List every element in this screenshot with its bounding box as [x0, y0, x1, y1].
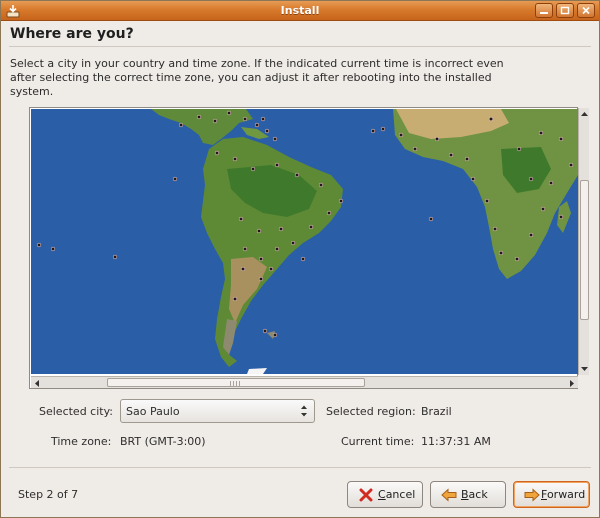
step-indicator: Step 2 of 7 — [18, 488, 79, 501]
selected-city-label: Selected city: — [39, 405, 114, 418]
back-label: Back — [461, 488, 488, 501]
vertical-scroll-thumb[interactable] — [580, 180, 589, 320]
title-bar[interactable]: Install — [1, 1, 599, 21]
selected-region-label: Selected region: — [326, 405, 416, 418]
time-zone-label: Time zone: — [51, 435, 112, 448]
divider — [9, 467, 591, 468]
minimize-icon — [540, 12, 548, 14]
forward-label: Forward — [541, 488, 586, 501]
divider — [9, 46, 591, 47]
current-time-value: 11:37:31 AM — [421, 435, 491, 448]
cancel-button[interactable]: Cancel — [347, 481, 423, 508]
close-window-button[interactable] — [577, 3, 595, 18]
window-title: Install — [280, 4, 320, 17]
installer-window: Install Where are you? Select a city in … — [0, 0, 600, 518]
map-vertical-scrollbar[interactable] — [578, 108, 589, 375]
selected-city-combobox[interactable]: Sao Paulo — [120, 399, 315, 423]
timezone-map-panel — [29, 107, 589, 389]
arrow-right-icon — [524, 488, 540, 502]
selected-region-value: Brazil — [421, 405, 452, 418]
current-time-label: Current time: — [341, 435, 415, 448]
map-horizontal-scrollbar[interactable] — [31, 376, 578, 388]
maximize-icon — [560, 6, 570, 15]
scroll-up-icon[interactable] — [580, 110, 589, 119]
time-zone-value: BRT (GMT-3:00) — [120, 435, 206, 448]
timezone-world-map[interactable] — [31, 109, 578, 374]
page-description: Select a city in your country and time z… — [10, 57, 504, 98]
cancel-icon — [359, 488, 373, 502]
back-button[interactable]: Back — [430, 481, 506, 508]
combo-updown-icon — [301, 405, 307, 417]
minimize-button[interactable] — [535, 3, 553, 18]
selected-city-value: Sao Paulo — [126, 405, 180, 418]
arrow-left-icon — [441, 488, 457, 502]
cancel-label: Cancel — [378, 488, 416, 501]
scroll-right-icon[interactable] — [567, 379, 576, 388]
maximize-button[interactable] — [556, 3, 574, 18]
scroll-grip — [230, 381, 242, 386]
page-title: Where are you? — [10, 26, 134, 42]
scroll-down-icon[interactable] — [580, 364, 589, 373]
close-icon — [582, 6, 590, 15]
horizontal-scroll-thumb[interactable] — [107, 378, 365, 387]
scroll-left-icon[interactable] — [33, 379, 42, 388]
forward-button[interactable]: Forward — [513, 481, 590, 508]
